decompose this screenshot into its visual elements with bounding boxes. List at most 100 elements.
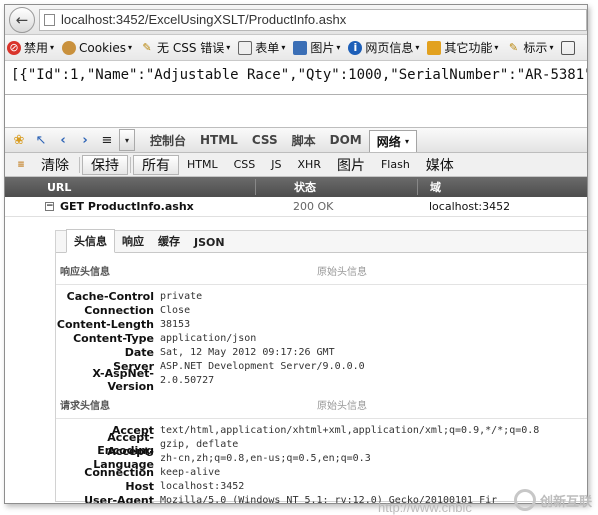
header-name: Content-Length: [56, 317, 154, 331]
browser-window: ← localhost:3452/ExcelUsingXSLT/ProductI…: [4, 4, 588, 504]
request-row[interactable]: − GET ProductInfo.ashx 200 OK localhost:…: [5, 197, 587, 217]
back-arrow-icon: ←: [15, 10, 29, 29]
filter-media-button[interactable]: 媒体: [418, 155, 462, 175]
tab-headers[interactable]: 头信息: [66, 229, 115, 253]
panel-menu-button[interactable]: ▾: [119, 129, 135, 151]
wd-misc-menu[interactable]: 其它功能 ▾: [427, 39, 498, 56]
request-headers-table: Accept text/html,application/xhtml+xml,ap…: [56, 418, 587, 504]
header-value: Close: [160, 304, 191, 316]
header-row: Accept-Language zh-cn,zh;q=0.8,en-us;q=0.…: [56, 445, 587, 471]
header-value: text/html,application/xhtml+xml,applicat…: [160, 424, 540, 436]
cookie-icon: [62, 40, 77, 55]
filter-flash-button[interactable]: Flash: [373, 155, 418, 175]
header-value: Sat, 12 May 2012 09:17:26 GMT: [160, 346, 335, 358]
wd-label: 禁用: [24, 41, 49, 55]
header-name: X-AspNet-Version: [92, 367, 154, 393]
url-field[interactable]: localhost:3452/ExcelUsingXSLT/ProductInf…: [39, 8, 587, 31]
header-row: Connection keep-alive: [56, 465, 587, 479]
column-status[interactable]: 状态: [255, 179, 417, 195]
wd-label: Cookies: [79, 40, 127, 55]
header-name: Content-Type: [73, 331, 154, 345]
watermark-brand: 创新互联: [539, 494, 592, 510]
wd-label: 标示: [523, 41, 548, 55]
filter-css-button[interactable]: CSS: [226, 155, 264, 175]
persist-button[interactable]: 保持: [82, 154, 128, 175]
resize-icon: [561, 40, 576, 55]
watermark: 创新互联: [513, 489, 592, 511]
wd-info-menu[interactable]: i 网页信息 ▾: [348, 39, 419, 56]
page-icon: [44, 13, 55, 26]
header-value: 2.0.50727: [160, 374, 215, 386]
outline-icon: ✎: [508, 41, 519, 54]
web-developer-toolbar: ⊘ 禁用 ▾ Cookies ▾ ✎ 无 CSS 错误 ▾ 表单 ▾ 图片 ▾ i 网页信…: [5, 35, 587, 61]
xhr-icon: ≡: [17, 159, 25, 170]
tab-net[interactable]: 网络 ▾: [368, 130, 417, 152]
page-json-content: [{"Id":1,"Name":"Adjustable Race","Qty":…: [5, 61, 587, 95]
wd-label: 表单: [255, 41, 280, 55]
header-name: Connection: [84, 465, 154, 479]
header-row: Date Sat, 12 May 2012 09:17:26 GMT: [56, 345, 587, 359]
header-value: ASP.NET Development Server/9.0.0.0: [160, 360, 365, 372]
header-row: Connection Close: [56, 303, 587, 317]
wd-disable-menu[interactable]: ⊘ 禁用 ▾: [7, 39, 54, 56]
header-value: 38153: [160, 318, 191, 330]
header-value: zh-cn,zh;q=0.8,en-us;q=0.5,en;q=0.3: [160, 452, 371, 464]
wd-resize-menu[interactable]: [561, 40, 578, 55]
filter-html-button[interactable]: HTML: [179, 155, 226, 175]
tab-response[interactable]: 响应: [115, 230, 151, 252]
tab-net-label: 网络: [376, 135, 401, 149]
brand-logo-icon: [513, 489, 536, 511]
css-icon: ✎: [142, 41, 152, 54]
header-value: private: [160, 290, 203, 302]
wd-outline-menu[interactable]: ✎ 标示 ▾: [506, 39, 554, 56]
list-icon[interactable]: ≡: [97, 131, 117, 149]
column-url[interactable]: URL: [5, 181, 255, 194]
tab-dom[interactable]: DOM: [323, 133, 369, 147]
tab-cache[interactable]: 缓存: [151, 230, 187, 252]
request-headers-title: 请求头信息: [60, 401, 110, 412]
wd-forms-menu[interactable]: 表单 ▾: [238, 39, 285, 56]
header-name: User-Agent: [84, 493, 154, 504]
url-text: localhost:3452/ExcelUsingXSLT/ProductInf…: [61, 12, 347, 27]
filter-all-button[interactable]: 所有: [133, 154, 179, 175]
header-name: Host: [125, 479, 154, 493]
watermark-url: http://www.cnblc: [378, 500, 472, 515]
inspect-icon[interactable]: ↖: [31, 131, 51, 149]
wd-label: 无 CSS 错误: [157, 41, 225, 55]
header-name: Cache-Control: [66, 289, 154, 303]
tab-console[interactable]: 控制台: [143, 132, 193, 149]
filter-xhr-button[interactable]: XHR: [290, 155, 329, 175]
tab-script[interactable]: 脚本: [285, 132, 323, 149]
header-value: keep-alive: [160, 466, 221, 478]
detail-tabs: 头信息 响应 缓存 JSON: [56, 229, 587, 253]
wd-images-menu[interactable]: 图片 ▾: [293, 39, 340, 56]
filter-images-button[interactable]: 图片: [329, 155, 373, 175]
clear-button[interactable]: 清除: [33, 155, 77, 175]
column-domain[interactable]: 域: [417, 179, 587, 195]
wd-label: 网页信息: [365, 41, 414, 55]
tab-html[interactable]: HTML: [193, 133, 245, 147]
request-detail-panel: 头信息 响应 缓存 JSON 响应头信息 原始头信息 Cache-Control…: [55, 229, 587, 504]
filter-js-button[interactable]: JS: [263, 155, 289, 175]
page-blank-area: [5, 95, 587, 127]
back-arrow-icon[interactable]: ‹: [53, 131, 73, 149]
wd-label: 其它功能: [444, 41, 493, 55]
wd-cookies-menu[interactable]: Cookies ▾: [62, 40, 132, 55]
back-button[interactable]: ←: [9, 6, 35, 33]
tab-json[interactable]: JSON: [187, 233, 232, 252]
forward-arrow-icon[interactable]: ›: [75, 131, 95, 149]
wd-css-menu[interactable]: ✎ 无 CSS 错误 ▾: [140, 39, 230, 56]
tab-css[interactable]: CSS: [245, 133, 285, 147]
header-row: Host localhost:3452: [56, 479, 587, 493]
net-toolbar: ≡ 清除 保持 所有 HTML CSS JS XHR 图片 Flash 媒体: [5, 153, 587, 177]
collapse-icon[interactable]: −: [45, 202, 54, 211]
request-url-text: GET ProductInfo.ashx: [60, 200, 194, 213]
image-icon: [293, 40, 308, 55]
header-row: Cache-Control private: [56, 289, 587, 303]
disable-icon: ⊘: [7, 40, 21, 55]
raw-request-headers-link[interactable]: 原始头信息: [317, 397, 587, 412]
raw-response-headers-link[interactable]: 原始头信息: [317, 263, 587, 278]
header-row: User-Agent Mozilla/5.0 (Windows NT 5.1; r…: [56, 493, 587, 504]
firebug-icon[interactable]: ❀: [9, 131, 29, 149]
request-domain: localhost:3452: [429, 200, 511, 213]
